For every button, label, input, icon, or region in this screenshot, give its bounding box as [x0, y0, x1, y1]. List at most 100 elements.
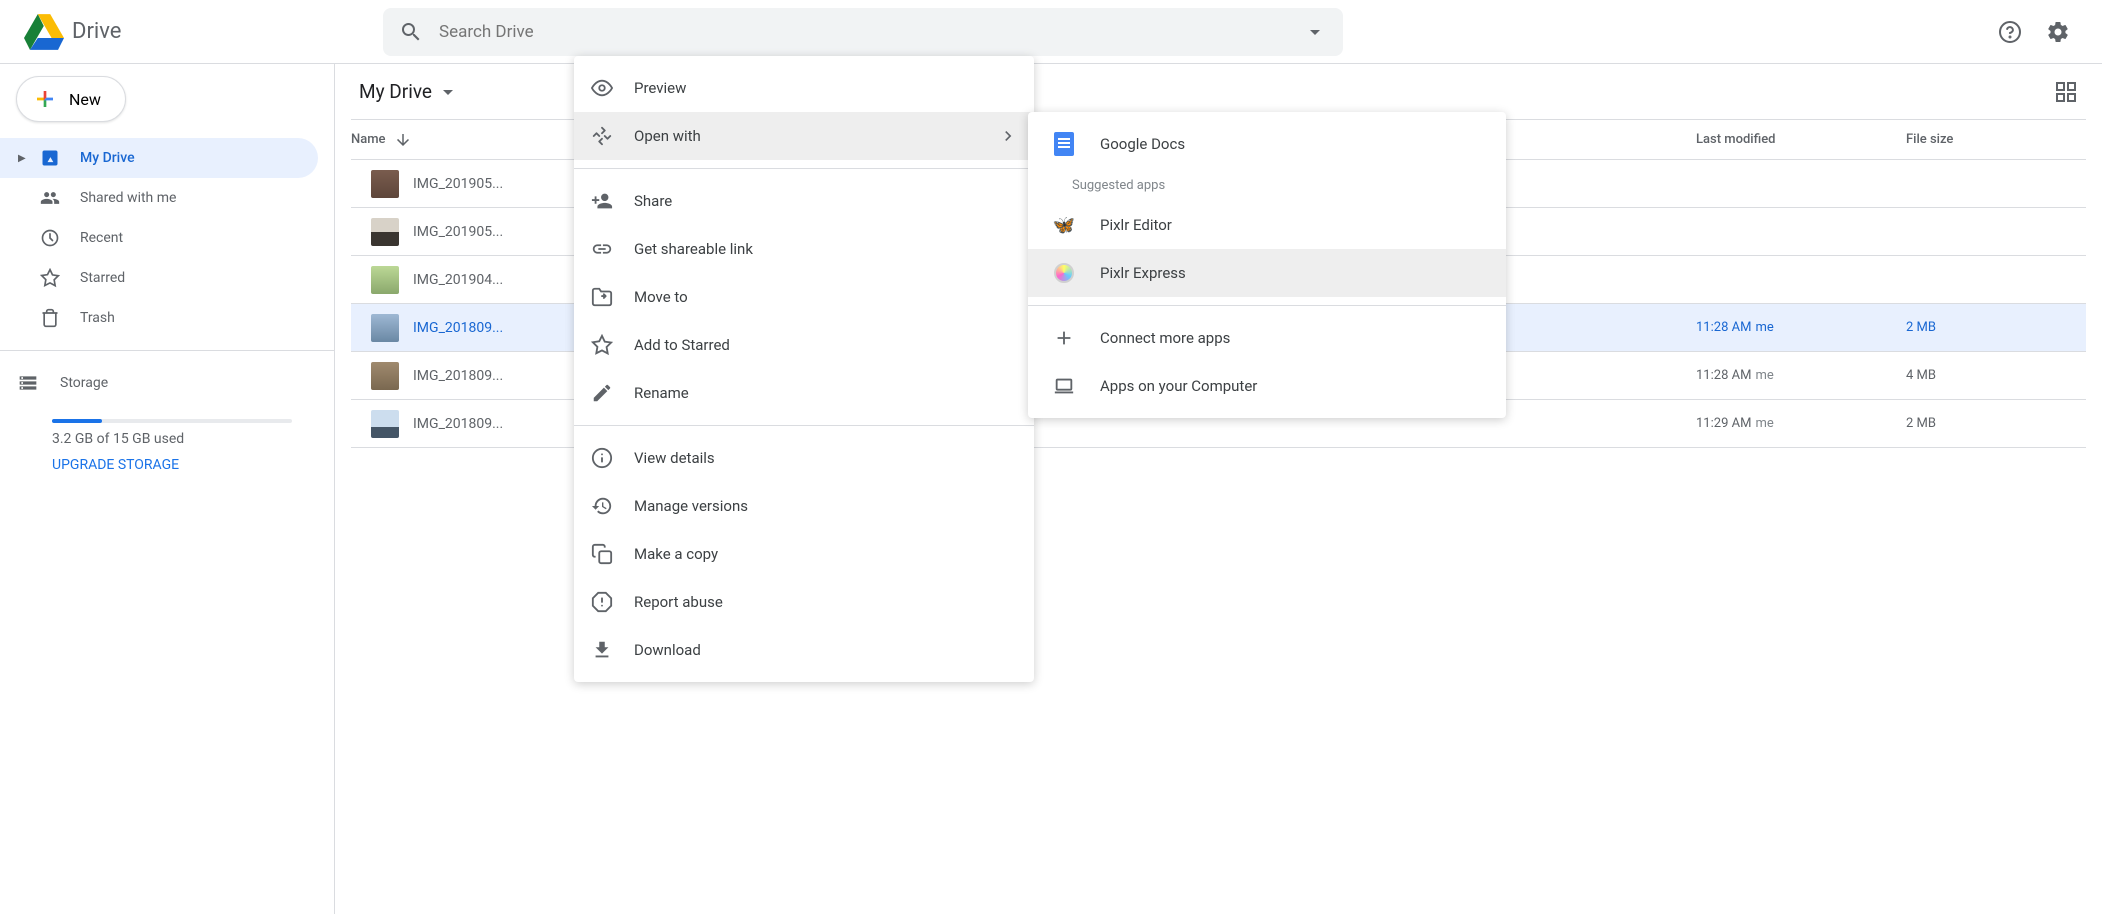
breadcrumb[interactable]: My Drive	[351, 76, 468, 108]
grid-icon	[2054, 80, 2078, 104]
drive-logo[interactable]: Drive	[8, 12, 383, 52]
file-thumbnail	[371, 170, 399, 198]
nav-label: Shared with me	[80, 190, 176, 206]
shared-icon	[38, 188, 62, 208]
recent-icon	[38, 228, 62, 248]
menu-label: Open with	[634, 127, 701, 145]
sidebar: New ▶ My Drive Shared with me Recent Sta…	[0, 64, 335, 914]
sidebar-item-shared[interactable]: Shared with me	[0, 178, 318, 218]
header: Drive	[0, 0, 2102, 64]
menu-label: Get shareable link	[634, 240, 753, 258]
help-icon	[1998, 20, 2022, 44]
menu-item-star[interactable]: Add to Starred	[574, 321, 1034, 369]
sidebar-item-recent[interactable]: Recent	[0, 218, 318, 258]
menu-item-person-plus[interactable]: Share	[574, 177, 1034, 225]
drive-icon	[38, 148, 62, 168]
info-icon	[590, 447, 614, 469]
submenu-divider	[1028, 305, 1506, 306]
new-button[interactable]: New	[16, 76, 126, 122]
new-label: New	[69, 90, 101, 109]
file-modified	[1696, 272, 1906, 287]
app-name: Drive	[72, 19, 121, 44]
menu-label: Report abuse	[634, 593, 723, 611]
menu-item-pencil[interactable]: Rename	[574, 369, 1034, 417]
context-menu: Preview Open with Share Get shareable li…	[574, 56, 1034, 682]
menu-divider	[574, 425, 1034, 426]
sidebar-item-drive[interactable]: ▶ My Drive	[0, 138, 318, 178]
search-bar[interactable]	[383, 8, 1343, 56]
menu-label: Move to	[634, 288, 688, 306]
trash-icon	[38, 308, 62, 328]
file-thumbnail	[371, 410, 399, 438]
link-icon	[590, 238, 614, 260]
submenu-label: Apps on your Computer	[1100, 377, 1257, 395]
plus-icon	[1052, 327, 1076, 349]
menu-label: Make a copy	[634, 545, 718, 563]
menu-item-history[interactable]: Manage versions	[574, 482, 1034, 530]
nav-label: Trash	[80, 310, 115, 326]
search-icon	[399, 20, 423, 44]
menu-label: Rename	[634, 384, 689, 402]
drive-icon	[24, 12, 64, 52]
gdocs-icon	[1052, 132, 1076, 156]
folder-move-icon	[590, 286, 614, 308]
menu-label: Add to Starred	[634, 336, 730, 354]
storage-bar	[52, 419, 292, 423]
expand-icon: ▶	[18, 153, 30, 164]
gear-icon	[2046, 20, 2070, 44]
plus-icon	[33, 87, 57, 111]
file-thumbnail	[371, 314, 399, 342]
menu-label: Preview	[634, 79, 686, 97]
sidebar-item-starred[interactable]: Starred	[0, 258, 318, 298]
menu-item-info[interactable]: View details	[574, 434, 1034, 482]
file-thumbnail	[371, 362, 399, 390]
open-icon	[590, 125, 614, 147]
upgrade-link[interactable]: UPGRADE STORAGE	[52, 457, 310, 473]
sort-down-icon	[394, 131, 412, 149]
submenu-item-laptop[interactable]: Apps on your Computer	[1028, 362, 1506, 410]
submenu-label: Connect more apps	[1100, 329, 1230, 347]
menu-item-link[interactable]: Get shareable link	[574, 225, 1034, 273]
chevron-down-icon	[436, 80, 460, 104]
chevron-right-icon	[998, 126, 1018, 146]
nav-divider	[0, 350, 334, 351]
eye-icon	[590, 77, 614, 99]
starred-icon	[38, 268, 62, 288]
grid-view-button[interactable]	[2046, 72, 2086, 112]
storage-label: Storage	[60, 375, 108, 391]
sidebar-item-trash[interactable]: Trash	[0, 298, 318, 338]
file-size: 2 MB	[1906, 320, 2086, 335]
menu-label: View details	[634, 449, 715, 467]
file-modified: 11:28 AMme	[1696, 320, 1906, 335]
nav-label: My Drive	[80, 150, 135, 166]
help-button[interactable]	[1990, 12, 2030, 52]
submenu-item-plus[interactable]: Connect more apps	[1028, 314, 1506, 362]
menu-item-report[interactable]: Report abuse	[574, 578, 1034, 626]
menu-label: Manage versions	[634, 497, 748, 515]
menu-item-folder-move[interactable]: Move to	[574, 273, 1034, 321]
dropdown-icon[interactable]	[1303, 20, 1327, 44]
file-modified	[1696, 224, 1906, 239]
menu-item-copy[interactable]: Make a copy	[574, 530, 1034, 578]
search-input[interactable]	[439, 22, 1303, 42]
submenu-item-pixlr[interactable]: Pixlr Express	[1028, 249, 1506, 297]
butterfly-icon: 🦋	[1052, 215, 1076, 236]
file-thumbnail	[371, 218, 399, 246]
submenu-item-butterfly[interactable]: 🦋 Pixlr Editor	[1028, 201, 1506, 249]
file-modified	[1696, 176, 1906, 191]
download-icon	[590, 639, 614, 661]
storage-text: 3.2 GB of 15 GB used	[52, 431, 310, 447]
nav-label: Recent	[80, 230, 123, 246]
search-wrap	[383, 8, 1990, 56]
column-size[interactable]: File size	[1906, 132, 2086, 147]
menu-item-download[interactable]: Download	[574, 626, 1034, 674]
column-modified[interactable]: Last modified	[1696, 132, 1906, 147]
menu-item-eye[interactable]: Preview	[574, 64, 1034, 112]
sidebar-item-storage[interactable]: Storage	[0, 363, 334, 403]
history-icon	[590, 495, 614, 517]
submenu-item-gdocs[interactable]: Google Docs	[1028, 120, 1506, 168]
copy-icon	[590, 543, 614, 565]
menu-item-open[interactable]: Open with	[574, 112, 1034, 160]
settings-button[interactable]	[2038, 12, 2078, 52]
pencil-icon	[590, 382, 614, 404]
